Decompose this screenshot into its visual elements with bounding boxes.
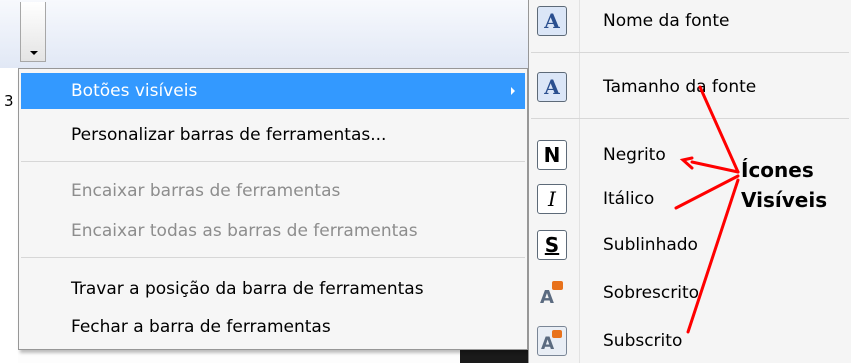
annotation-line-1: Ícones — [741, 158, 814, 182]
annotation-stroke — [674, 174, 740, 210]
annotation-stroke — [686, 178, 740, 334]
annotation-line-2: Visíveis — [741, 188, 828, 212]
annotation-stroke — [698, 85, 740, 174]
annotation-stroke — [679, 156, 694, 170]
annotation-stroke — [690, 160, 740, 174]
visible-icons-annotation: Ícones Visíveis — [741, 155, 827, 215]
annotation-arrows — [674, 85, 740, 334]
